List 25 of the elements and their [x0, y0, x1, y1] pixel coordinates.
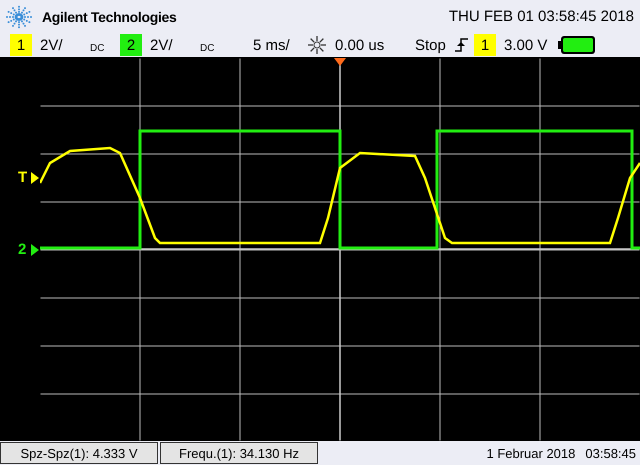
coupling-label: DC [90, 42, 106, 54]
trigger-source[interactable]: 1 [474, 34, 496, 56]
channel-scale: 2V/ [149, 36, 174, 54]
measurement-button[interactable]: Spz-Spz(1): 4.333 V [0, 442, 158, 464]
footer-date: 1 Februar 2018 [486, 446, 576, 460]
timebase: 5 ms/ [252, 36, 291, 54]
marker-arrow-icon [31, 244, 39, 256]
marker-arrow-icon [31, 172, 39, 184]
run-state: Stop [414, 36, 447, 54]
date-time: THU FEB 01 03:58:45 2018 [448, 8, 634, 25]
battery-icon [558, 35, 596, 55]
trigger-marker[interactable]: T [18, 170, 28, 185]
rising-edge-icon [455, 37, 469, 53]
trigger-level: 3.00 V [503, 36, 548, 54]
sun-icon [307, 35, 327, 55]
channel-marker[interactable]: 2 [18, 242, 26, 257]
coupling-label: DC [200, 42, 216, 54]
brand-name: Agilent Technologies [42, 8, 177, 24]
logo-icon [4, 4, 34, 30]
channel-scale: 2V/ [39, 36, 64, 54]
channel-number[interactable]: 1 [10, 34, 32, 56]
footer-time: 03:58:45 [585, 446, 636, 460]
measurement-button[interactable]: Frequ.(1): 34.130 Hz [160, 442, 318, 464]
channel-number[interactable]: 2 [120, 34, 142, 56]
delay-value: 0.00 us [334, 36, 386, 54]
